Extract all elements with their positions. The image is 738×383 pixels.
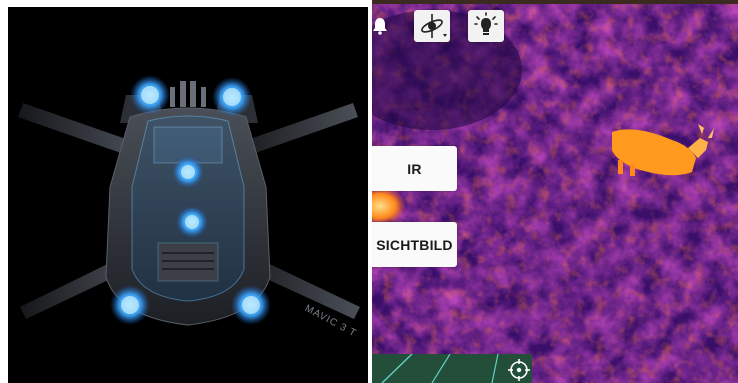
ir-mode-button[interactable]: IR: [372, 146, 457, 191]
thermal-image: [372, 0, 738, 383]
bell-icon[interactable]: [372, 17, 388, 35]
visual-mode-button[interactable]: SICHTBILD: [372, 222, 457, 267]
gimbal-button[interactable]: [414, 10, 450, 42]
gimbal-icon: [421, 14, 447, 38]
crosshair-icon: [508, 359, 530, 381]
top-status-strip: [372, 0, 738, 4]
thermal-camera-view[interactable]: IR SICHTBILD: [372, 0, 738, 383]
drone-render-image: MAVIC 3 T: [8, 7, 368, 383]
spotlight-icon: [474, 12, 498, 35]
crosshair-button[interactable]: [506, 357, 532, 383]
spotlight-button[interactable]: [468, 10, 504, 42]
